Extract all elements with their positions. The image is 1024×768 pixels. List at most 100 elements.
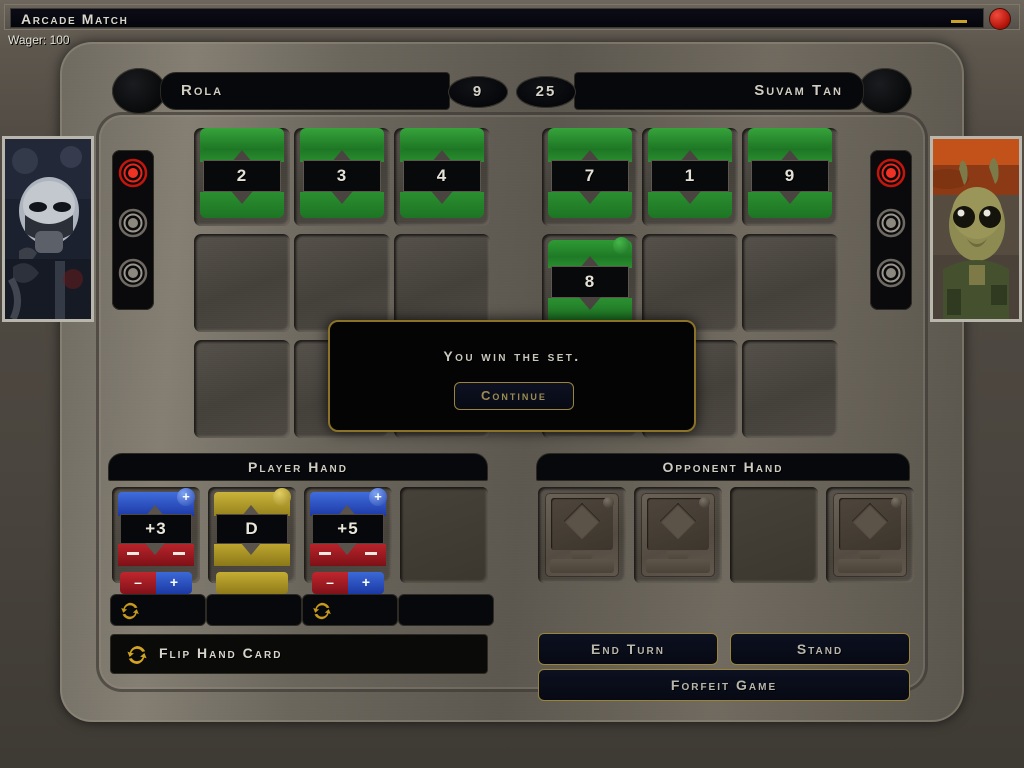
right-knob [858, 68, 912, 114]
player-slot-6[interactable] [394, 234, 490, 332]
opponent-portrait [930, 136, 1022, 322]
card-top-green [548, 237, 632, 269]
player-portrait [2, 136, 94, 322]
hand-card-bottom [310, 543, 386, 566]
diamond-icon [851, 502, 889, 540]
continue-button[interactable]: Continue [454, 382, 574, 410]
opponent-slot-5[interactable] [642, 234, 738, 332]
opponent-nameplate: Suvam Tan [574, 72, 864, 110]
card-bottom-green [400, 191, 484, 218]
opponent-slot-4[interactable]: 8 [542, 234, 638, 332]
card-dot-icon [613, 237, 630, 254]
hand-card-value: D [216, 514, 288, 544]
hand-card-bottom [118, 543, 194, 566]
opponent-led-1-on [876, 158, 906, 188]
minus-mark-icon [319, 552, 331, 555]
hand-card-top [214, 488, 291, 517]
strip-plus-icon: + [348, 572, 384, 594]
flip-card-button-2[interactable] [206, 594, 302, 626]
card-bottom-green [648, 191, 732, 218]
player-led-3-off [118, 258, 148, 288]
dialog-message: You win the set. [443, 348, 581, 364]
plus-badge-icon: + [369, 488, 387, 506]
opponent-light-strip [870, 150, 912, 310]
player-hand-label: Player Hand [108, 453, 488, 481]
card-bar [400, 128, 484, 150]
title-bar: Arcade Match [4, 4, 1020, 30]
strip-minus-icon: – [312, 572, 348, 594]
hand-card[interactable]: + +5 – + [310, 488, 387, 594]
face-down-card [833, 493, 907, 577]
card-value: 7 [551, 160, 629, 192]
card-bar [838, 559, 902, 573]
left-knob [112, 68, 166, 114]
card-bottom-green [748, 191, 832, 218]
player-name: Rola [181, 82, 224, 99]
wager-label: Wager: 100 [8, 33, 70, 47]
refresh-icon [127, 646, 147, 664]
hand-card-top: + [310, 488, 387, 517]
diamond-icon [563, 502, 601, 540]
opponent-hand-slot-3[interactable] [730, 487, 818, 583]
card-bar [200, 128, 284, 150]
player-slot-5[interactable] [294, 234, 390, 332]
player-hand-slot-4[interactable] [400, 487, 488, 583]
card-value: 4 [403, 160, 481, 192]
opponent-slot-9[interactable] [742, 340, 838, 438]
card-bar [648, 128, 732, 150]
opponent-led-3-off [876, 258, 906, 288]
game-screen: Arcade Match Wager: 100 Rola Suvam Tan 9… [0, 0, 1024, 768]
close-icon[interactable] [989, 8, 1011, 30]
card-bar [300, 128, 384, 150]
card-bar [646, 559, 710, 573]
diamond-icon [659, 502, 697, 540]
hand-card-value: +3 [120, 514, 192, 544]
hand-card-bottom [214, 543, 290, 566]
card-value: 9 [751, 160, 829, 192]
player-nameplate: Rola [160, 72, 450, 110]
hand-card-strip: – + [120, 572, 192, 594]
hand-card-value: +5 [312, 514, 384, 544]
face-down-card [545, 493, 619, 577]
opponent-name: Suvam Tan [754, 82, 843, 99]
flip-card-button-4[interactable] [398, 594, 494, 626]
minus-mark-icon [365, 552, 377, 555]
card-bottom-green [200, 191, 284, 218]
face-down-card [641, 493, 715, 577]
hand-card[interactable]: + +3 – + [118, 488, 195, 594]
opponent-hand-slot-4[interactable] [826, 487, 914, 583]
card-bar [550, 559, 614, 573]
card-stud-icon [603, 497, 614, 508]
opponent-led-2-off [876, 208, 906, 238]
minimize-icon[interactable] [951, 20, 967, 23]
end-turn-button[interactable]: End Turn [538, 633, 718, 665]
forfeit-game-button[interactable]: Forfeit Game [538, 669, 910, 701]
card-bottom-green [548, 191, 632, 218]
flip-card-button-3[interactable] [302, 594, 398, 626]
card-value: 8 [551, 266, 629, 298]
hand-card-strip [216, 572, 288, 594]
player-led-2-off [118, 208, 148, 238]
flip-card-button-1[interactable] [110, 594, 206, 626]
player-slot-4[interactable] [194, 234, 290, 332]
player-slot-7[interactable] [194, 340, 290, 438]
stand-button[interactable]: Stand [730, 633, 910, 665]
status-tooltip-bar: Flip Hand Card [110, 634, 488, 674]
window-title: Arcade Match [21, 11, 129, 27]
opponent-slot-6[interactable] [742, 234, 838, 332]
card-stud-icon [891, 497, 902, 508]
player-hand-slot-2[interactable]: D [208, 487, 296, 594]
card-bar [748, 128, 832, 150]
minus-mark-icon [127, 552, 139, 555]
player-hand-slot-3[interactable]: + +5 – + [304, 487, 392, 594]
player-hand-slot-1[interactable]: + +3 – + [112, 487, 200, 594]
hand-card[interactable]: D [214, 488, 291, 594]
card-value: 3 [303, 160, 381, 192]
plus-badge-icon: + [177, 488, 195, 506]
player-led-1-on [118, 158, 148, 188]
card-dot-icon [273, 488, 291, 506]
opponent-hand-slot-1[interactable] [538, 487, 626, 583]
minus-mark-icon [173, 552, 185, 555]
opponent-hand-slot-2[interactable] [634, 487, 722, 583]
table-card[interactable]: 8 [548, 237, 632, 326]
